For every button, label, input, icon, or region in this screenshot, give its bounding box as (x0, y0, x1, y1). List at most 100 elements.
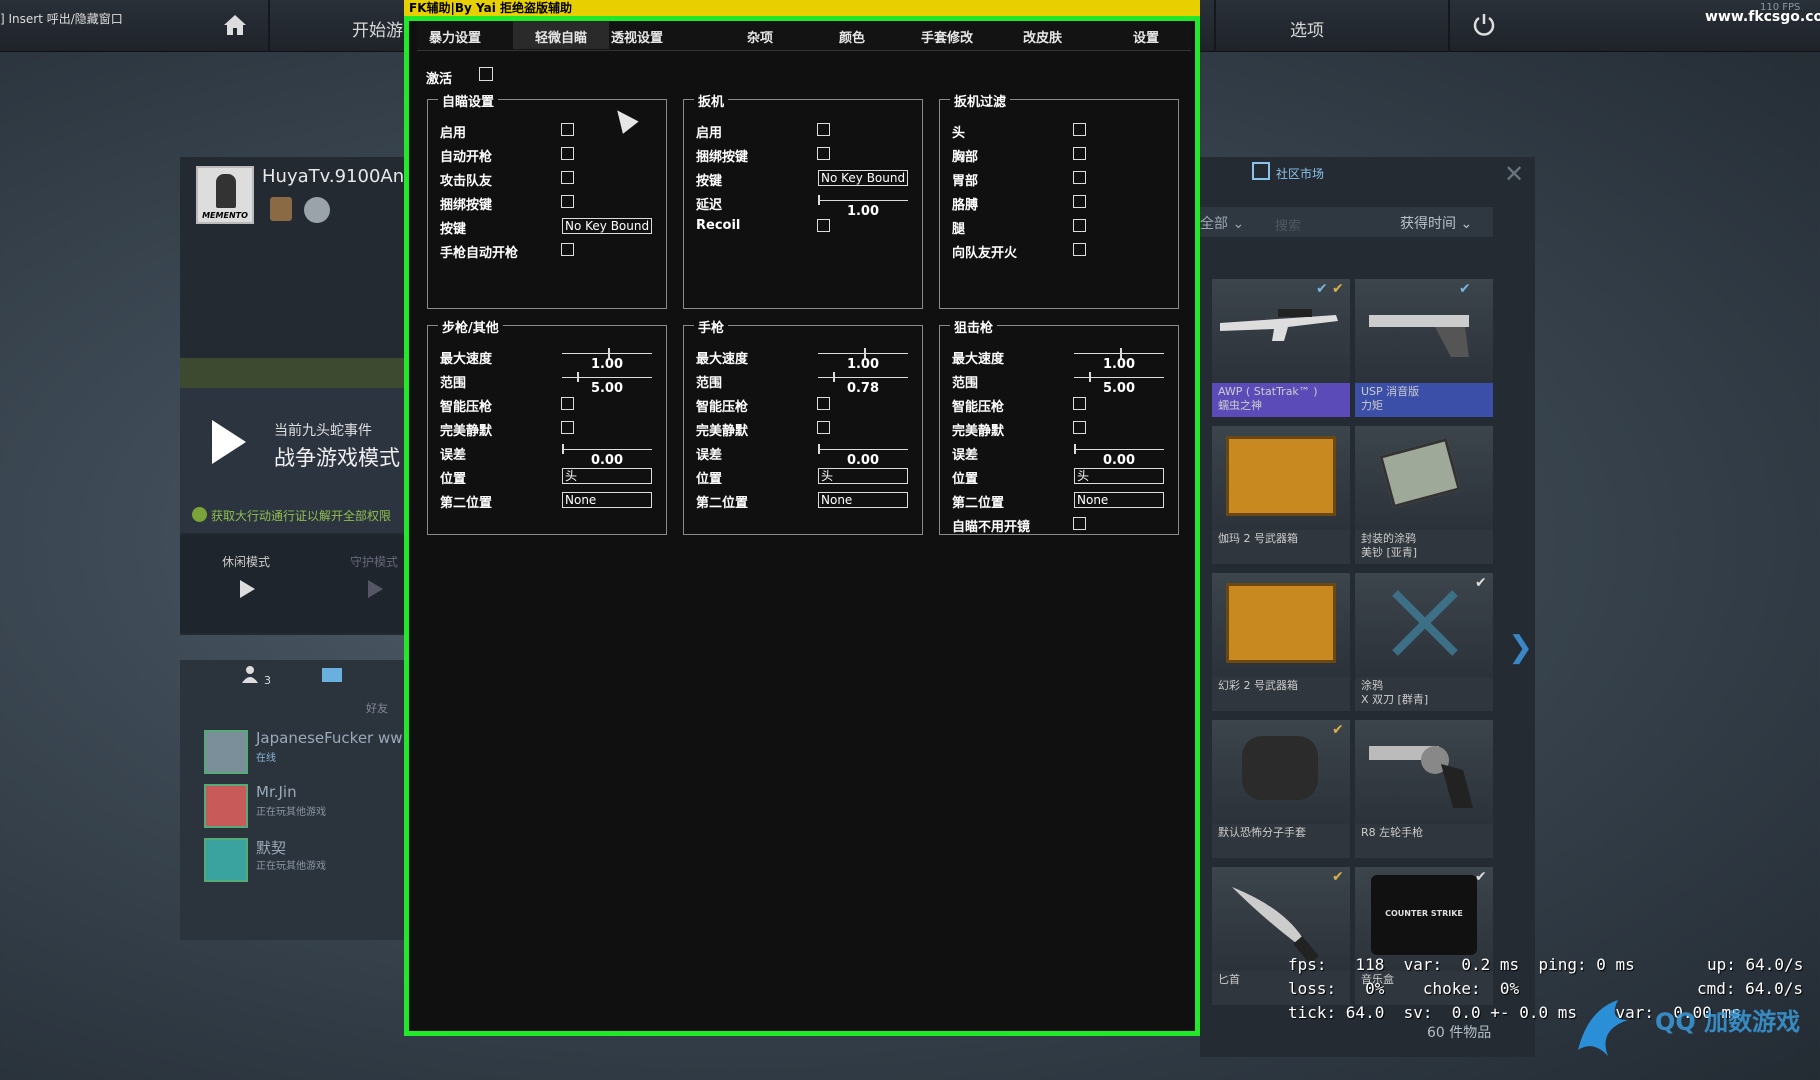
casual-play-icon[interactable] (240, 580, 255, 598)
play-video-icon[interactable] (212, 420, 246, 464)
inventory-item-graffiti[interactable]: ✔ 涂鸦 X 双刀 [群青] (1355, 573, 1493, 711)
sniper-range-value: 5.00 (1102, 381, 1136, 396)
home-icon[interactable] (222, 12, 248, 38)
sort-dropdown[interactable]: 获得时间 ⌄ (1400, 213, 1472, 233)
next-page-icon[interactable]: ❯ (1508, 630, 1533, 665)
activate-checkbox[interactable] (479, 67, 493, 81)
aim-team-checkbox[interactable] (561, 171, 574, 184)
tab-settings[interactable]: 设置 (1133, 27, 1159, 46)
trigger-key-field[interactable]: No Key Bound (818, 170, 908, 186)
mail-icon[interactable] (322, 668, 342, 682)
sniper-silent-checkbox[interactable] (1073, 421, 1086, 434)
pistol-position-label: 位置 (696, 472, 723, 487)
rifle-position-field[interactable]: 头 (562, 468, 652, 484)
friends-label: 好友 (366, 702, 388, 715)
inventory-item-case[interactable]: 幻彩 2 号武器箱 (1212, 573, 1350, 711)
market-icon[interactable] (1252, 162, 1270, 180)
inventory-item-gloves[interactable]: ✔ 默认恐怖分子手套 (1212, 720, 1350, 858)
sniper-error-label: 误差 (952, 448, 979, 463)
sniper-rcs-checkbox[interactable] (1073, 397, 1086, 410)
inventory-item-usp[interactable]: ✔ USP 消音版 力矩 (1355, 279, 1493, 417)
friend-avatar[interactable] (204, 838, 248, 882)
pistol-maxspeed-slider[interactable] (818, 348, 908, 358)
filter-dropdown[interactable]: 全部 ⌄ (1200, 213, 1244, 233)
rank-badge-icon (270, 197, 292, 221)
group-title: 狙击枪 (950, 317, 998, 336)
tab-colors[interactable]: 颜色 (839, 27, 865, 46)
topbar-divider (1214, 0, 1216, 52)
sniper-rcs-label: 智能压枪 (952, 400, 1005, 415)
sniper-noscope-checkbox[interactable] (1073, 517, 1086, 530)
item-name: 幻彩 2 号武器箱 (1218, 679, 1298, 692)
sniper-second-position-field[interactable]: None (1074, 492, 1164, 508)
sniper-error-slider[interactable] (1074, 444, 1164, 454)
sniper-maxspeed-slider[interactable] (1074, 348, 1164, 358)
pistol-position-field[interactable]: 头 (818, 468, 908, 484)
close-icon[interactable]: ✕ (1504, 160, 1524, 188)
weapon-case-icon (1226, 583, 1336, 663)
aim-pistol-auto-checkbox[interactable] (561, 243, 574, 256)
filter-stomach-label: 胃部 (952, 174, 979, 189)
pistol-second-position-field[interactable]: None (818, 492, 908, 508)
friend-name[interactable]: Mr.Jin (256, 783, 297, 801)
group-trigger-filter: 扳机过滤 头 胸部 胃部 胳膊 腿 向队友开火 (939, 91, 1179, 309)
tab-skins[interactable]: 改皮肤 (1023, 27, 1062, 46)
tab-rage[interactable]: 暴力设置 (429, 27, 481, 46)
tab-legit-aim[interactable]: 轻微自瞄 (513, 21, 609, 49)
aim-autofire-checkbox[interactable] (561, 147, 574, 160)
aim-enable-checkbox[interactable] (561, 123, 574, 136)
filter-head-checkbox[interactable] (1073, 123, 1086, 136)
rifle-error-slider[interactable] (562, 444, 652, 454)
filter-chest-checkbox[interactable] (1073, 147, 1086, 160)
search-input[interactable]: 搜索 (1275, 215, 1301, 234)
trigger-delay-slider[interactable] (818, 195, 908, 205)
pistol-silent-checkbox[interactable] (817, 421, 830, 434)
item-name: 涂鸦 (1361, 679, 1383, 692)
start-play-button[interactable]: 开始游 (352, 16, 403, 41)
trigger-bind-checkbox[interactable] (817, 147, 830, 160)
dollar-graffiti-icon (1379, 437, 1461, 509)
trigger-recoil-checkbox[interactable] (817, 219, 830, 232)
tab-visuals[interactable]: 透视设置 (611, 27, 663, 46)
tab-gloves[interactable]: 手套修改 (921, 27, 973, 46)
market-link[interactable]: 社区市场 (1276, 165, 1324, 182)
rifle-second-position-field[interactable]: None (562, 492, 652, 508)
friend-name[interactable]: JapaneseFucker ww (256, 729, 403, 747)
pistol-rcs-checkbox[interactable] (817, 397, 830, 410)
rifle-range-slider[interactable] (562, 372, 652, 382)
filter-legs-checkbox[interactable] (1073, 219, 1086, 232)
item-count: 60 件物品 (1427, 1025, 1492, 1041)
avatar[interactable]: MEMENTO (196, 166, 254, 224)
power-icon[interactable] (1472, 12, 1496, 38)
friend-avatar[interactable] (204, 784, 248, 828)
aim-key-field[interactable]: No Key Bound (562, 218, 652, 234)
inventory-item-revolver[interactable]: R8 左轮手枪 (1355, 720, 1493, 858)
guardian-play-icon[interactable] (368, 580, 383, 598)
tab-misc[interactable]: 杂项 (747, 27, 773, 46)
filter-arms-checkbox[interactable] (1073, 195, 1086, 208)
menu-title-bar[interactable]: FK辅助|By Yai 拒绝盗版辅助 (404, 0, 1200, 16)
check-icon: ✔ (1475, 575, 1487, 591)
filter-arms-label: 胳膊 (952, 198, 979, 213)
knife-icon (1232, 887, 1319, 964)
options-button[interactable]: 选项 (1290, 16, 1324, 41)
rifle-maxspeed-slider[interactable] (562, 348, 652, 358)
rifle-silent-label: 完美静默 (440, 424, 493, 439)
rifle-silent-checkbox[interactable] (561, 421, 574, 434)
inventory-item-case[interactable]: 伽玛 2 号武器箱 (1212, 426, 1350, 564)
rifle-rcs-checkbox[interactable] (561, 397, 574, 410)
sniper-position-field[interactable]: 头 (1074, 468, 1164, 484)
trigger-enable-checkbox[interactable] (817, 123, 830, 136)
inventory-item-graffiti[interactable]: 封装的涂鸦 美钞 [亚青] (1355, 426, 1493, 564)
filter-stomach-checkbox[interactable] (1073, 171, 1086, 184)
friend-avatar[interactable] (204, 730, 248, 774)
friends-icon[interactable] (242, 665, 258, 683)
pistol-error-slider[interactable] (818, 444, 908, 454)
inventory-item-awp[interactable]: ✔ ✔ AWP ( StatTrak™ ) 蠕虫之神 (1212, 279, 1350, 417)
aim-bind-checkbox[interactable] (561, 195, 574, 208)
pistol-range-slider[interactable] (818, 372, 908, 382)
filter-teamfire-checkbox[interactable] (1073, 243, 1086, 256)
check-icon: ✔ (1475, 869, 1487, 885)
friend-name[interactable]: 默契 (256, 837, 286, 858)
sniper-range-slider[interactable] (1074, 372, 1164, 382)
